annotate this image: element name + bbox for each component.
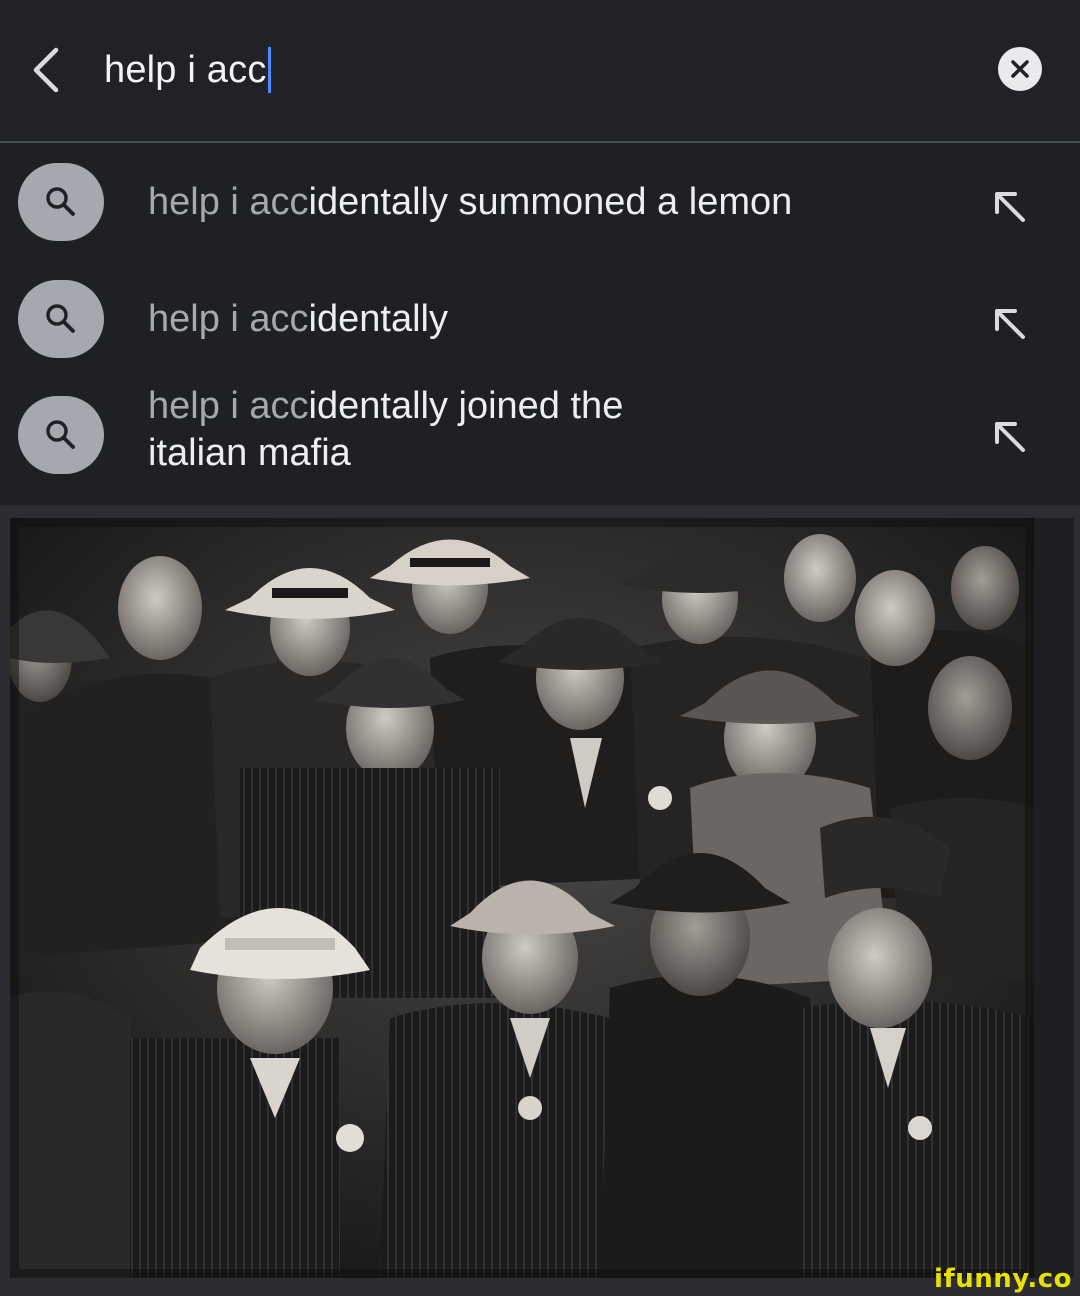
search-bubble — [18, 280, 104, 358]
suggestion-text: help i accidentally — [148, 296, 928, 343]
suggestion-list: help i accidentally summoned a lemon hel… — [0, 143, 1080, 505]
search-bubble — [18, 163, 104, 241]
arrow-up-left-icon — [995, 422, 1025, 452]
suggestion-item[interactable]: help i accidentally joined the italian m… — [0, 383, 1080, 487]
suggestion-typed-part: help i acc — [148, 298, 309, 340]
photo-edge — [1034, 518, 1074, 1278]
clear-button[interactable] — [998, 47, 1042, 91]
photo-frame — [0, 505, 1080, 1296]
chevron-left-icon — [33, 47, 59, 93]
group-photo — [10, 518, 1034, 1278]
suggestion-typed-part: help i acc — [148, 181, 309, 223]
watermark: ifunny.co — [934, 1264, 1072, 1294]
fill-query-button[interactable] — [988, 302, 1032, 346]
fill-query-button[interactable] — [988, 185, 1032, 229]
arrow-up-left-icon — [995, 309, 1025, 339]
clear-x-icon — [1011, 60, 1029, 78]
magnifier-icon — [46, 304, 75, 333]
magnifier-icon — [46, 187, 75, 216]
suggestion-item[interactable]: help i accidentally summoned a lemon — [0, 157, 1080, 247]
suggestion-text: help i accidentally summoned a lemon — [148, 179, 928, 226]
search-input-value: help i acc — [104, 48, 267, 91]
suggestion-completion: identally — [308, 298, 448, 340]
search-header: help i acc — [0, 0, 1080, 142]
text-caret — [267, 47, 271, 93]
suggestion-typed-part: help i acc — [148, 385, 309, 427]
suggestion-item[interactable]: help i accidentally — [0, 274, 1080, 364]
arrow-up-left-icon — [995, 192, 1025, 222]
fill-query-button[interactable] — [988, 415, 1032, 459]
suggestion-completion: identally summoned a lemon — [308, 181, 793, 223]
magnifier-icon — [46, 420, 75, 449]
search-bubble — [18, 396, 104, 474]
search-input[interactable]: help i acc — [104, 40, 271, 100]
suggestion-text: help i accidentally joined the italian m… — [148, 383, 928, 477]
back-button[interactable] — [18, 38, 74, 102]
